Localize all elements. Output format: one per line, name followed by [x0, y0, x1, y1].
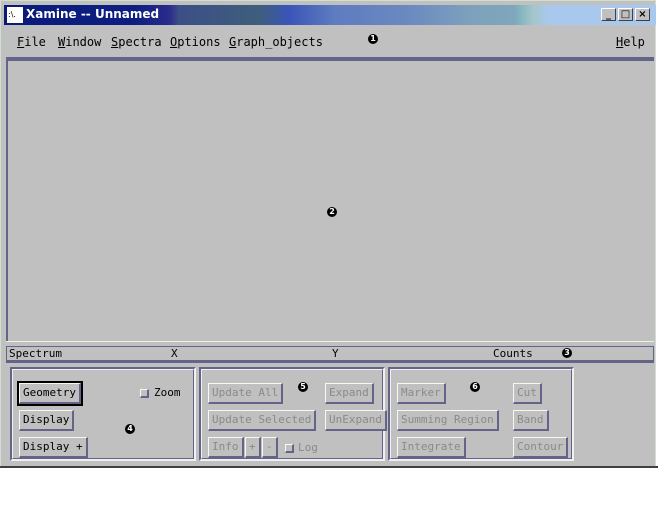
- menu-graph-objects-label: raph_objects: [236, 35, 323, 49]
- menu-help-label: elp: [623, 35, 645, 49]
- menu-file-label: ile: [24, 35, 46, 49]
- app-icon[interactable]: :\.: [7, 7, 23, 23]
- annotation-marker-6: 6: [470, 382, 480, 392]
- geometry-button[interactable]: Geometry: [17, 381, 83, 406]
- zoom-in-plus-button[interactable]: +: [245, 437, 261, 458]
- band-button[interactable]: Band: [513, 410, 549, 431]
- canvas-bottom-edge: [6, 341, 654, 342]
- annotation-marker-3: 3: [562, 348, 572, 358]
- menu-window[interactable]: Window: [58, 35, 101, 49]
- status-separator: [6, 361, 654, 363]
- display-panel: Geometry Display Display + Zoom 4: [10, 367, 196, 461]
- xamine-window: :\. Xamine -- Unnamed _ □ × File Window …: [0, 0, 656, 468]
- expand-button[interactable]: Expand: [325, 383, 374, 404]
- spectrum-display-area[interactable]: 2: [6, 61, 654, 341]
- status-bar: Spectrum X Y Counts 3: [6, 346, 654, 361]
- menu-options[interactable]: Options: [170, 35, 221, 49]
- zoom-label: Zoom: [154, 386, 181, 399]
- menu-help[interactable]: Help: [616, 35, 645, 49]
- app-icon-glyph: :\.: [8, 10, 16, 19]
- status-counts-label: Counts: [493, 347, 533, 360]
- window-bottom-border: [0, 466, 658, 468]
- menu-bar: File Window Spectra Options Graph_object…: [6, 29, 654, 57]
- update-panel: Update All Update Selected Expand UnExpa…: [199, 367, 387, 461]
- display-plus-button[interactable]: Display +: [19, 437, 88, 458]
- log-label: Log: [298, 441, 318, 454]
- integrate-button[interactable]: Integrate: [397, 437, 466, 458]
- annotation-marker-4: 4: [125, 424, 135, 434]
- log-checkbox[interactable]: [285, 444, 294, 453]
- status-spectrum-label: Spectrum: [9, 347, 62, 360]
- annotation-marker-2: 2: [327, 207, 337, 217]
- annotation-marker-1: 1: [368, 34, 378, 44]
- summing-region-button[interactable]: Summing Region: [397, 410, 499, 431]
- menu-spectra-label: pectra: [118, 35, 162, 49]
- menu-spectra[interactable]: Spectra: [111, 35, 162, 49]
- window-title: Xamine -- Unnamed: [26, 7, 160, 21]
- close-button[interactable]: ×: [635, 8, 650, 21]
- title-bar[interactable]: :\. Xamine -- Unnamed _ □ ×: [4, 5, 656, 25]
- annotation-marker-5: 5: [298, 382, 308, 392]
- marker-button[interactable]: Marker: [397, 383, 446, 404]
- menu-graph-objects[interactable]: Graph_objects: [229, 35, 323, 49]
- menu-options-label: ptions: [177, 35, 221, 49]
- status-x-label: X: [171, 347, 178, 360]
- update-all-button[interactable]: Update All: [208, 383, 284, 404]
- menu-file[interactable]: File: [17, 35, 46, 49]
- graph-objects-panel: Marker Summing Region Integrate Cut Band…: [388, 367, 574, 461]
- update-selected-button[interactable]: Update Selected: [208, 410, 317, 431]
- info-button[interactable]: Info: [208, 437, 244, 458]
- status-y-label: Y: [332, 347, 339, 360]
- display-button[interactable]: Display: [19, 410, 75, 431]
- minimize-button[interactable]: _: [601, 8, 616, 21]
- cut-button[interactable]: Cut: [513, 383, 542, 404]
- maximize-button[interactable]: □: [618, 8, 633, 21]
- menu-window-label: indow: [65, 35, 102, 49]
- zoom-checkbox[interactable]: [140, 389, 149, 398]
- contour-button[interactable]: Contour: [513, 437, 569, 458]
- zoom-out-minus-button[interactable]: -: [262, 437, 278, 458]
- unexpand-button[interactable]: UnExpand: [325, 410, 387, 431]
